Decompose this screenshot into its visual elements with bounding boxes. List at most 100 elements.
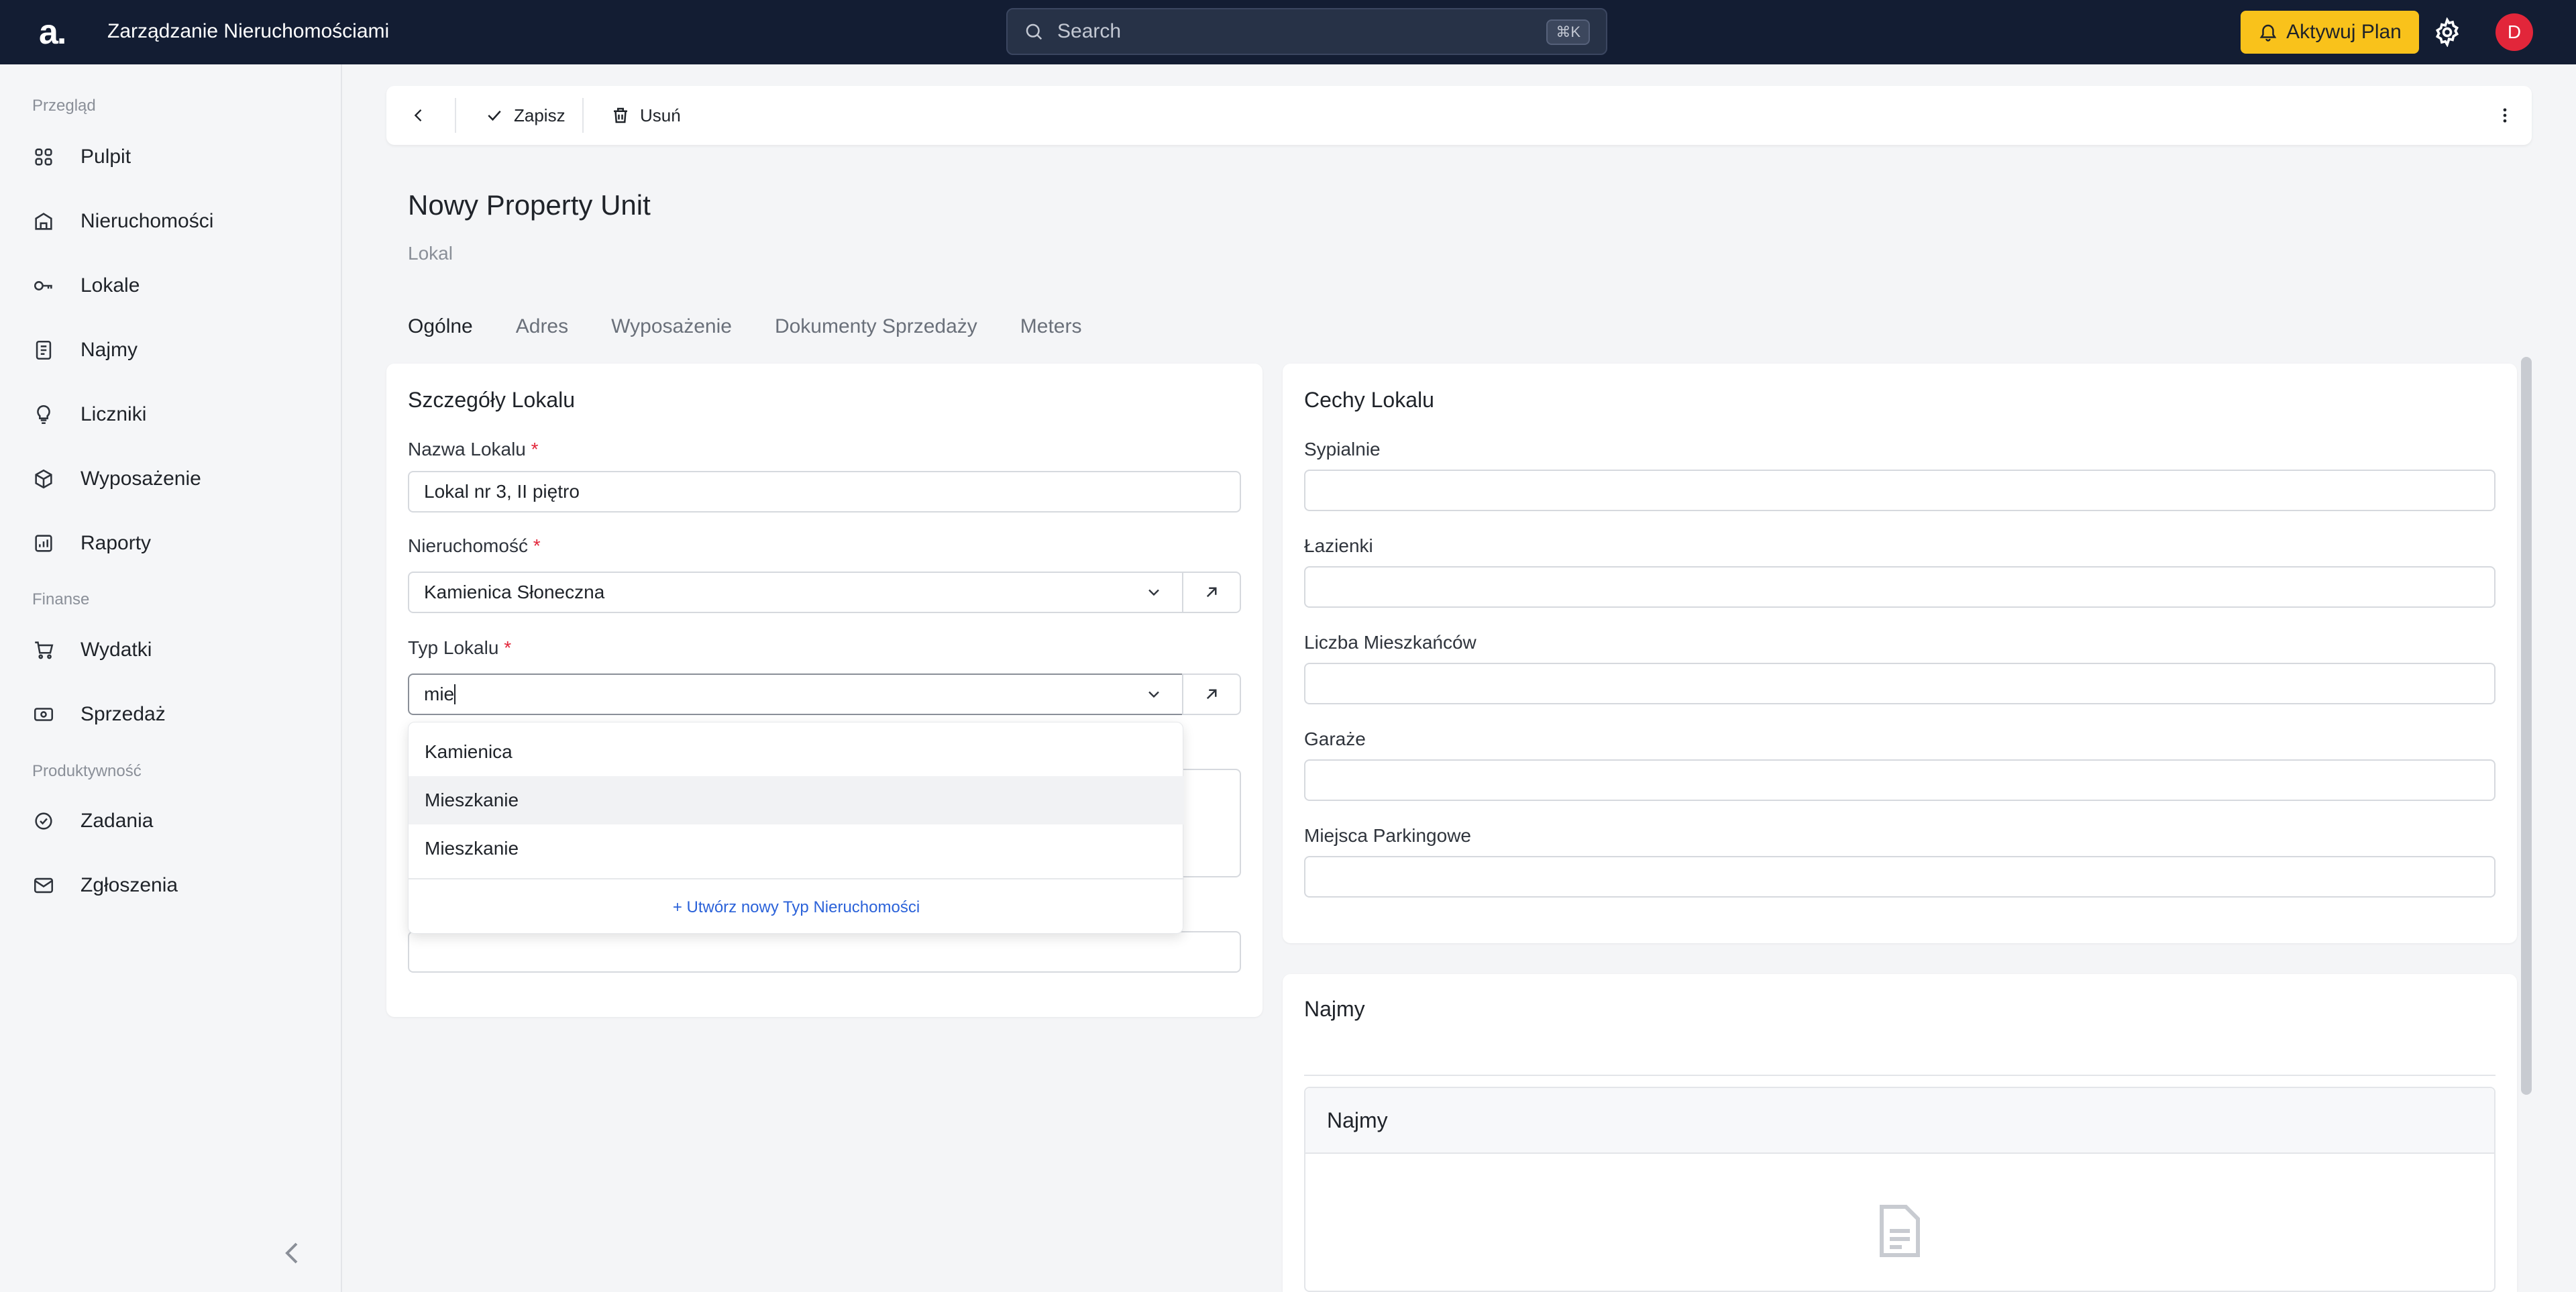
chevron-down-icon: [1148, 691, 1159, 698]
bedrooms-input[interactable]: [1304, 470, 2496, 511]
grid-icon: [35, 148, 52, 166]
search-placeholder: Search: [1057, 20, 1122, 42]
garages-label: Garaże: [1304, 729, 1366, 749]
sidebar-item-label: Najmy: [80, 339, 138, 361]
sidebar-item-liczniki[interactable]: Liczniki: [32, 394, 314, 435]
search-shortcut: ⌘K: [1546, 19, 1590, 45]
more-vertical-icon: [2503, 108, 2507, 123]
tab-adres[interactable]: Adres: [516, 315, 568, 338]
required-mark: *: [504, 637, 512, 658]
page-subtitle: Lokal: [408, 243, 453, 264]
property-select[interactable]: Kamienica Słoneczna: [408, 572, 1183, 613]
leases-table-title: Najmy: [1327, 1108, 1388, 1132]
sidebar-item-label: Pulpit: [80, 146, 131, 168]
delete-button[interactable]: Usuń: [610, 86, 681, 145]
sidebar-item-label: Lokale: [80, 274, 140, 297]
sidebar-item-sprzedaz[interactable]: Sprzedaż: [32, 694, 314, 735]
sidebar-item-zgloszenia[interactable]: Zgłoszenia: [32, 865, 314, 906]
dropdown-option[interactable]: Mieszkanie: [409, 824, 1184, 873]
gear-icon[interactable]: [2432, 17, 2462, 47]
tab-wyposazenie[interactable]: Wyposażenie: [611, 315, 732, 338]
app-logo[interactable]: a.: [39, 12, 66, 52]
leases-table-header: Najmy: [1305, 1088, 2494, 1154]
check-icon: [488, 110, 501, 121]
toolbar-divider: [582, 98, 584, 133]
label-text: Typ Lokalu: [408, 637, 499, 658]
garages-input[interactable]: [1304, 759, 2496, 801]
save-label: Zapisz: [514, 105, 566, 125]
sidebar-item-lokale[interactable]: Lokale: [32, 266, 314, 306]
parking-label: Miejsca Parkingowe: [1304, 825, 1471, 846]
mail-icon: [34, 877, 54, 894]
upgrade-plan-button[interactable]: Aktywuj Plan: [2241, 11, 2419, 54]
delete-label: Usuń: [640, 105, 681, 125]
cart-icon: [35, 641, 54, 659]
unit-type-dropdown: Kamienica Mieszkanie Mieszkanie + Utwórz…: [408, 722, 1184, 934]
sidebar-section-label: Finanse: [32, 590, 90, 608]
sidebar-item-nieruchomosci[interactable]: Nieruchomości: [32, 201, 314, 241]
dropdown-divider: [409, 878, 1184, 879]
search-input[interactable]: Search ⌘K: [1006, 8, 1607, 55]
sidebar-item-najmy[interactable]: Najmy: [32, 330, 314, 370]
required-mark: *: [533, 535, 541, 556]
tab-ogolne[interactable]: Ogólne: [408, 315, 473, 338]
label-text: Nazwa Lokalu: [408, 439, 526, 460]
sidebar-item-raporty[interactable]: Raporty: [32, 523, 314, 563]
user-avatar[interactable]: D: [2496, 13, 2533, 51]
dropdown-option[interactable]: Mieszkanie: [409, 776, 1184, 824]
empty-document-icon: [1880, 1205, 1920, 1257]
bedrooms-label: Sypialnie: [1304, 439, 1381, 460]
sidebar-section-label: Przegląd: [32, 97, 96, 115]
check-circle-icon: [35, 812, 52, 830]
text-cursor: [454, 684, 456, 704]
label-text: Nieruchomość: [408, 535, 528, 556]
main-scrollbar[interactable]: [2521, 357, 2532, 1095]
sidebar-item-wyposazenie[interactable]: Wyposażenie: [32, 459, 314, 499]
sidebar: Przegląd Pulpit Nieruchomości Lokale Naj…: [0, 64, 342, 1292]
unit-type-label: Typ Lokalu *: [408, 637, 511, 659]
save-button[interactable]: Zapisz: [484, 86, 566, 145]
sidebar-item-label: Wyposażenie: [80, 468, 201, 490]
sidebar-item-label: Wydatki: [80, 639, 152, 661]
app-title: Zarządzanie Nieruchomościami: [107, 20, 390, 42]
sidebar-item-wydatki[interactable]: Wydatki: [32, 630, 314, 670]
arrow-up-right-icon: [1206, 587, 1217, 598]
unit-name-label: Nazwa Lokalu *: [408, 439, 539, 460]
toolbar-divider: [455, 98, 456, 133]
lightbulb-icon: [37, 405, 50, 425]
collapse-sidebar-icon[interactable]: [282, 1240, 303, 1267]
parking-input[interactable]: [1304, 856, 2496, 898]
sidebar-item-zadania[interactable]: Zadania: [32, 801, 314, 841]
sidebar-item-label: Raporty: [80, 532, 152, 554]
upgrade-plan-label: Aktywuj Plan: [2286, 21, 2402, 43]
page-title: Nowy Property Unit: [408, 189, 651, 221]
back-button[interactable]: [409, 86, 428, 145]
leases-table: Najmy: [1304, 1087, 2496, 1292]
sidebar-item-pulpit[interactable]: Pulpit: [32, 137, 314, 177]
search-icon: [1026, 23, 1042, 40]
form-tabs: Ogólne Adres Wyposażenie Dokumenty Sprze…: [408, 315, 1081, 338]
bathrooms-input[interactable]: [1304, 566, 2496, 608]
card-title: Cechy Lokalu: [1304, 388, 1434, 412]
unit-type-search-value: mie: [424, 684, 455, 704]
more-options-button[interactable]: [2496, 86, 2514, 145]
card-title: Szczegóły Lokalu: [408, 388, 576, 412]
form-toolbar: Zapisz Usuń: [386, 86, 2532, 145]
box-icon: [35, 469, 52, 489]
create-new-type-link[interactable]: + Utwórz nowy Typ Nieruchomości: [409, 881, 1184, 934]
residents-input[interactable]: [1304, 663, 2496, 704]
property-label: Nieruchomość *: [408, 535, 541, 557]
open-property-button[interactable]: [1182, 572, 1241, 613]
unit-type-select[interactable]: mie: [408, 674, 1183, 715]
chevron-down-icon: [1148, 589, 1159, 596]
open-unit-type-button[interactable]: [1182, 674, 1241, 715]
bell-icon: [2259, 24, 2277, 42]
tab-dokumenty-sprzedazy[interactable]: Dokumenty Sprzedaży: [775, 315, 977, 338]
tab-meters[interactable]: Meters: [1020, 315, 1082, 338]
building-icon: [35, 213, 52, 230]
dropdown-option[interactable]: Kamienica: [409, 728, 1184, 776]
bathrooms-label: Łazienki: [1304, 535, 1373, 556]
extra-field-input[interactable]: [408, 931, 1241, 973]
document-icon: [36, 340, 52, 360]
unit-name-input[interactable]: Lokal nr 3, II piętro: [408, 471, 1241, 513]
